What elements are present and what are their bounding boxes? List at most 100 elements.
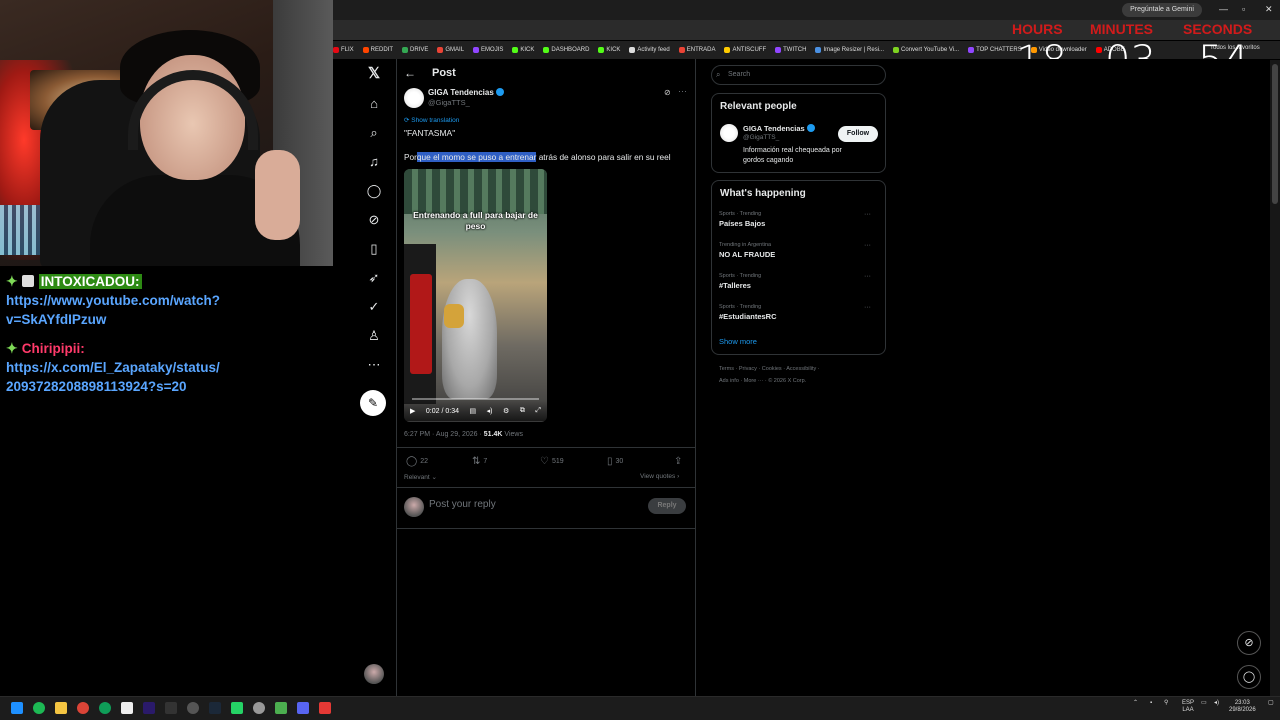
sort-relevant-dropdown[interactable]: Relevant ⌄ — [404, 473, 437, 481]
share-icon[interactable]: ⇪ — [674, 456, 685, 467]
trend-item[interactable]: Sports · Trending Países Bajos ··· — [719, 211, 879, 228]
footer-link[interactable]: Ads info — [719, 378, 739, 384]
maximize-icon[interactable]: ▫ — [1242, 4, 1245, 14]
network-icon[interactable]: ▭ — [1201, 700, 1207, 707]
search-input[interactable]: Search — [711, 65, 886, 85]
x-logo-icon[interactable]: 𝕏 — [360, 63, 388, 85]
gemini-button[interactable]: Pregúntale a Gemini — [1122, 3, 1202, 17]
footer-link[interactable]: Cookies — [762, 366, 782, 372]
show-more-link[interactable]: Show more — [719, 337, 757, 346]
video-progress[interactable] — [412, 398, 539, 400]
person-name[interactable]: GIGA Tendencias — [743, 124, 815, 133]
edge-icon[interactable] — [99, 702, 111, 714]
bookmark-item[interactable]: KICK — [512, 47, 534, 53]
bookmark-item[interactable]: DRIVE — [402, 47, 428, 53]
minimize-icon[interactable]: — — [1219, 4, 1228, 14]
avatar[interactable] — [364, 664, 384, 684]
whatsapp-icon[interactable] — [231, 702, 243, 714]
premiere-icon[interactable] — [143, 702, 155, 714]
file-explorer-icon[interactable] — [55, 702, 67, 714]
app-icon[interactable] — [253, 702, 265, 714]
more-options-icon[interactable]: ··· — [864, 304, 871, 311]
notifications-icon[interactable]: ♫ — [360, 151, 388, 173]
scrollbar-thumb[interactable] — [1272, 64, 1278, 204]
network-icon[interactable]: ⚲ — [1164, 700, 1168, 707]
fullscreen-icon[interactable]: ⤢ — [535, 407, 541, 415]
author-handle[interactable]: @GigaTTS_ — [428, 98, 470, 107]
app-icon[interactable] — [187, 702, 199, 714]
person-handle[interactable]: @GigaTTS_ — [743, 134, 779, 141]
verified-orgs-icon[interactable]: ✓ — [360, 296, 388, 318]
bookmark-item[interactable]: Activity feed — [629, 47, 670, 53]
compose-button[interactable]: ✎ — [360, 390, 386, 416]
play-icon[interactable]: ▶ — [410, 407, 415, 415]
windows-start-icon[interactable] — [11, 702, 23, 714]
more-icon[interactable]: ⋯ — [360, 354, 388, 376]
bookmarks-icon[interactable]: ▯ — [360, 238, 388, 260]
bookmark-item[interactable]: REDDIT — [362, 47, 393, 53]
repost-button[interactable]: ⇅ 7 — [472, 456, 487, 467]
person-avatar[interactable] — [720, 124, 738, 142]
language-indicator[interactable]: ESP LAA — [1182, 700, 1194, 714]
captions-icon[interactable]: ▤ — [470, 407, 477, 415]
reply-submit-button[interactable]: Reply — [648, 498, 686, 514]
show-translation-link[interactable]: ⟳ Show translation — [404, 116, 459, 124]
author-avatar[interactable] — [404, 88, 424, 108]
home-icon[interactable]: ⌂ — [360, 93, 388, 115]
grok-icon[interactable]: ⊘ — [360, 209, 388, 231]
back-arrow-icon[interactable]: ← — [404, 66, 416, 80]
reply-input[interactable]: Post your reply — [429, 499, 496, 510]
like-button[interactable]: ♡ 519 — [540, 456, 564, 467]
pip-icon[interactable]: ⧉ — [520, 407, 525, 415]
steam-icon[interactable] — [209, 702, 221, 714]
discord-icon[interactable] — [297, 702, 309, 714]
author-name[interactable]: GIGA Tendencias — [428, 88, 504, 97]
trend-item[interactable]: Trending in Argentina NO AL FRAUDE ··· — [719, 242, 879, 259]
footer-link[interactable]: Privacy — [739, 366, 757, 372]
more-options-icon[interactable]: ··· — [864, 211, 871, 218]
reply-button[interactable]: ◯ 22 — [406, 456, 428, 467]
more-options-icon[interactable]: ··· — [864, 273, 871, 280]
bookmark-item[interactable]: Image Resizer | Resi... — [815, 47, 884, 53]
profile-icon[interactable]: ♙ — [360, 325, 388, 347]
bookmark-item[interactable]: GMAIL — [437, 47, 464, 53]
bookmark-item[interactable]: EMOJIS — [473, 47, 503, 53]
notepad-icon[interactable] — [121, 702, 133, 714]
tray-chevron-icon[interactable]: ⌃ — [1133, 700, 1138, 707]
premium-icon[interactable]: ➶ — [360, 267, 388, 289]
footer-link[interactable]: More ··· — [744, 378, 764, 384]
more-options-icon[interactable]: ··· — [678, 86, 687, 96]
bookmark-button[interactable]: ▯ 30 — [607, 456, 623, 467]
bookmark-item[interactable]: TOP CHATTERS — [968, 47, 1022, 53]
bookmark-item[interactable]: TWITCH — [775, 47, 806, 53]
bookmark-item[interactable]: ANTISCUFF — [724, 47, 766, 53]
app-icon[interactable] — [319, 702, 331, 714]
chrome-icon[interactable] — [77, 702, 89, 714]
view-quotes-link[interactable]: View quotes › — [640, 473, 679, 480]
more-options-icon[interactable]: ··· — [864, 242, 871, 249]
footer-link[interactable]: Accessibility — [786, 366, 816, 372]
bookmark-item[interactable]: KICK — [598, 47, 620, 53]
grok-float-icon[interactable]: ⊘ — [1237, 631, 1261, 655]
volume-icon[interactable]: ◂) — [487, 407, 493, 415]
search-icon[interactable]: ⌕ — [360, 122, 388, 144]
follow-button[interactable]: Follow — [838, 126, 878, 142]
messages-float-icon[interactable]: ◯ — [1237, 665, 1261, 689]
bookmark-item[interactable]: Convert YouTube Vi... — [893, 47, 959, 53]
messages-icon[interactable]: ◯ — [360, 180, 388, 202]
bookmark-item[interactable]: ENTRADA — [678, 47, 715, 53]
volume-icon[interactable]: ◂) — [1214, 700, 1219, 707]
notifications-icon[interactable]: ▢ — [1268, 700, 1274, 707]
calculator-icon[interactable] — [275, 702, 287, 714]
tray-app-icon[interactable]: ▪ — [1150, 700, 1152, 707]
spotify-icon[interactable] — [33, 702, 45, 714]
bookmark-item[interactable]: DASHBOARD — [543, 47, 589, 53]
grok-explain-icon[interactable]: ⊘ — [664, 88, 671, 97]
settings-icon[interactable]: ⚙ — [503, 407, 509, 415]
bookmark-item[interactable]: FLIX — [333, 47, 354, 53]
clock[interactable]: 23:03 29/8/2026 — [1229, 700, 1256, 714]
video-player[interactable]: Entrenando a full para bajar de peso ▶ 0… — [404, 169, 547, 422]
trend-item[interactable]: Sports · Trending #Talleres ··· — [719, 273, 879, 290]
close-icon[interactable]: ✕ — [1265, 4, 1273, 15]
footer-link[interactable]: Terms — [719, 366, 734, 372]
